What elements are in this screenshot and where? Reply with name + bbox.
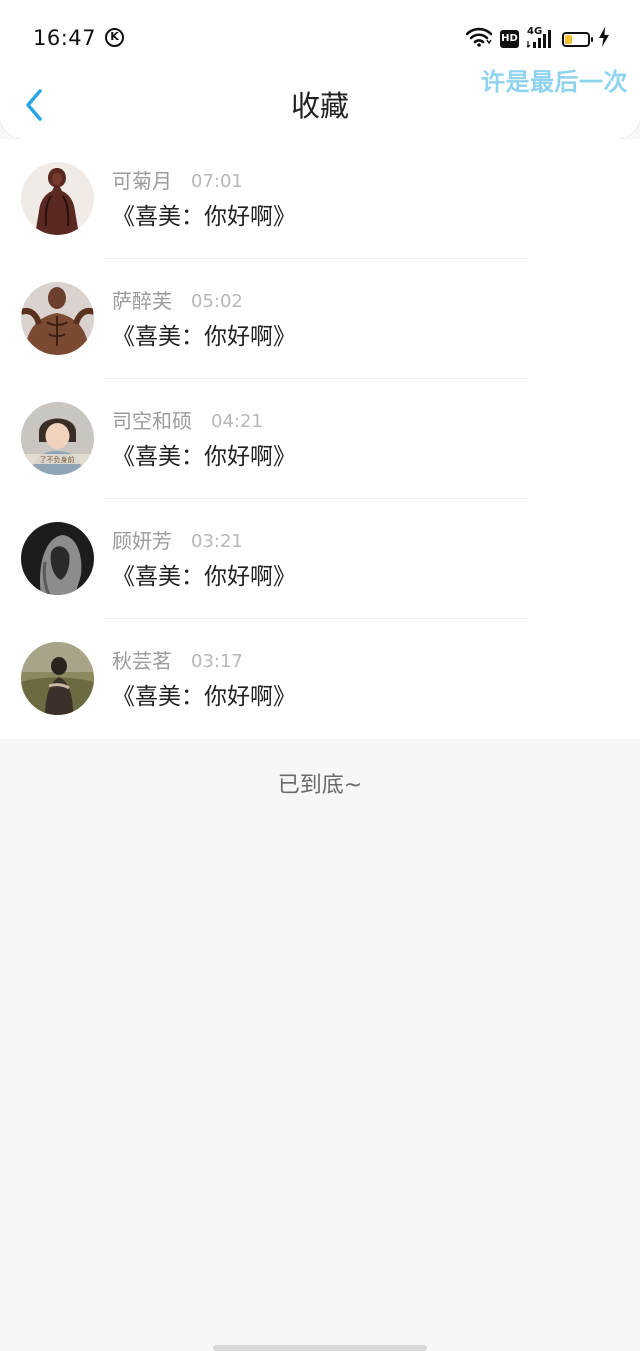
dark-hood-avatar[interactable] xyxy=(21,522,94,595)
contact-name: 萨醉芙 xyxy=(112,289,172,313)
timestamp: 04:21 xyxy=(211,411,263,432)
status-icons: HD 4G xyxy=(465,26,610,52)
timestamp: 03:21 xyxy=(191,531,243,552)
signal-4g-icon: 4G xyxy=(527,26,554,50)
muscle-avatar[interactable] xyxy=(21,282,94,355)
timestamp: 07:01 xyxy=(191,171,243,192)
contact-name: 司空和硕 xyxy=(112,409,192,433)
home-indicator[interactable] xyxy=(213,1345,427,1351)
svg-text:了不负身前: 了不负身前 xyxy=(40,455,75,464)
charging-icon xyxy=(598,27,610,51)
contact-name: 秋芸茗 xyxy=(112,649,172,673)
list-item[interactable]: 顾妍芳 03:21 《喜美：你好啊》 xyxy=(0,499,640,619)
k-circle-icon: K xyxy=(105,28,124,47)
favorites-list: 可菊月 07:01 《喜美：你好啊》 萨醉芙 05:02 《喜美：你好啊》 了不… xyxy=(0,139,640,739)
favorite-message: 《喜美：你好啊》 xyxy=(112,564,296,590)
favorite-message: 《喜美：你好啊》 xyxy=(112,204,296,230)
hd-icon: HD xyxy=(500,30,519,48)
outdoor-avatar[interactable] xyxy=(21,642,94,715)
end-of-list-text: 已到底~ xyxy=(277,773,363,798)
page-title: 收藏 xyxy=(290,89,349,123)
girl-scarf-avatar[interactable]: 了不负身前 xyxy=(21,402,94,475)
timestamp: 03:17 xyxy=(191,651,243,672)
contact-name: 顾妍芳 xyxy=(112,529,172,553)
list-item[interactable]: 可菊月 07:01 《喜美：你好啊》 xyxy=(0,139,640,259)
wifi-icon xyxy=(465,27,493,51)
list-item[interactable]: 秋芸茗 03:17 《喜美：你好啊》 xyxy=(0,619,640,739)
timestamp: 05:02 xyxy=(191,291,243,312)
favorite-message: 《喜美：你好啊》 xyxy=(112,444,296,470)
contact-name: 可菊月 xyxy=(112,169,172,193)
top-panel: 16:47 K HD 4G 许是最后一次 收藏 xyxy=(0,0,640,139)
status-time: 16:47 xyxy=(33,26,97,50)
list-item[interactable]: 了不负身前 司空和硕 04:21 《喜美：你好啊》 xyxy=(0,379,640,499)
favorite-message: 《喜美：你好啊》 xyxy=(112,324,296,350)
list-item[interactable]: 萨醉芙 05:02 《喜美：你好啊》 xyxy=(0,259,640,379)
battery-level-fill xyxy=(565,34,572,44)
favorite-message: 《喜美：你好啊》 xyxy=(112,684,296,710)
status-bar: 16:47 K HD 4G xyxy=(0,22,640,58)
statue-avatar[interactable] xyxy=(21,162,94,235)
battery-icon xyxy=(562,31,593,47)
